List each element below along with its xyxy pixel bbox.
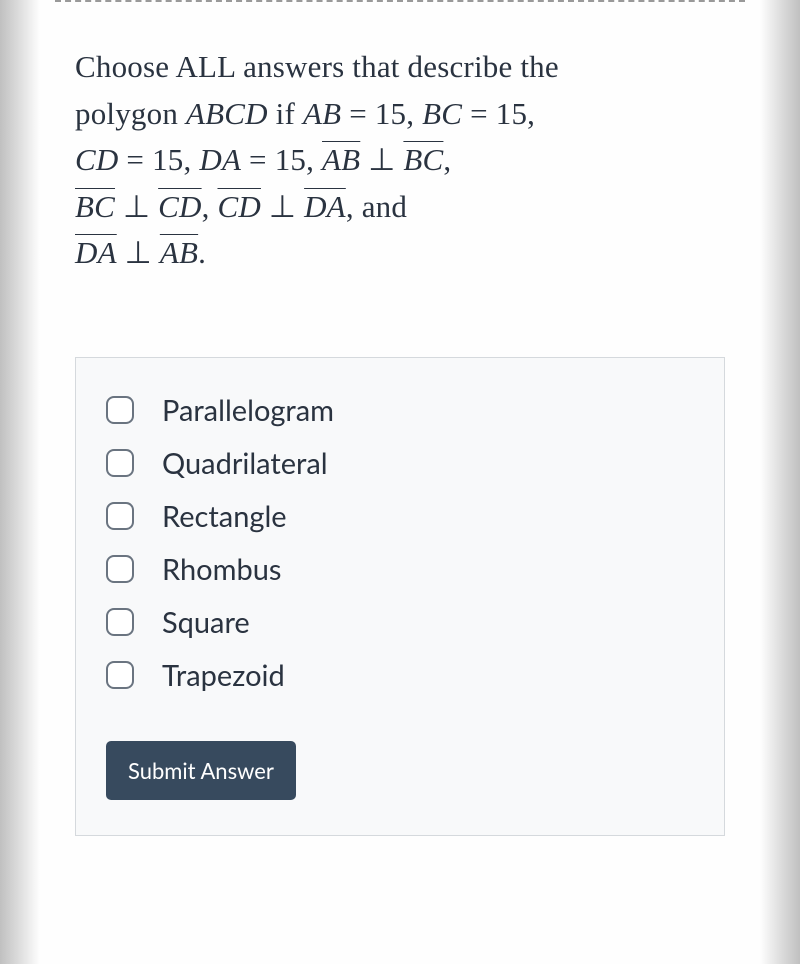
bar-bc-2: BC bbox=[75, 189, 115, 224]
option-label-rectangle: Rectangle bbox=[162, 499, 287, 534]
option-label-square: Square bbox=[162, 605, 250, 640]
question-prompt: Choose ALL answers that describe the pol… bbox=[75, 44, 725, 277]
if-text: if bbox=[268, 96, 303, 131]
checkbox-rhombus[interactable] bbox=[106, 555, 134, 583]
option-quadrilateral[interactable]: Quadrilateral bbox=[106, 446, 694, 481]
section-divider bbox=[55, 0, 745, 4]
and-text: , and bbox=[346, 189, 407, 224]
checkbox-square[interactable] bbox=[106, 608, 134, 636]
question-polygon-pre: polygon bbox=[75, 96, 186, 131]
checkbox-parallelogram[interactable] bbox=[106, 396, 134, 424]
val-bc: 15 bbox=[496, 96, 527, 131]
seg-bc: BC bbox=[422, 96, 462, 131]
checkbox-rectangle[interactable] bbox=[106, 502, 134, 530]
option-rectangle[interactable]: Rectangle bbox=[106, 499, 694, 534]
polygon-name: ABCD bbox=[186, 96, 268, 131]
seg-da: DA bbox=[199, 142, 241, 177]
bar-cd-2: CD bbox=[158, 189, 201, 224]
option-label-trapezoid: Trapezoid bbox=[162, 658, 285, 693]
bar-cd-3: CD bbox=[218, 189, 261, 224]
seg-ab: AB bbox=[303, 96, 341, 131]
checkbox-quadrilateral[interactable] bbox=[106, 449, 134, 477]
option-label-quadrilateral: Quadrilateral bbox=[162, 446, 328, 481]
question-text-block: Choose ALL answers that describe the pol… bbox=[25, 44, 775, 277]
option-trapezoid[interactable]: Trapezoid bbox=[106, 658, 694, 693]
bar-ab-1: AB bbox=[322, 142, 360, 177]
option-label-parallelogram: Parallelogram bbox=[162, 393, 334, 428]
option-label-rhombus: Rhombus bbox=[162, 552, 281, 587]
bar-ab-4: AB bbox=[160, 235, 198, 270]
checkbox-trapezoid[interactable] bbox=[106, 661, 134, 689]
option-parallelogram[interactable]: Parallelogram bbox=[106, 393, 694, 428]
val-ab: 15 bbox=[375, 96, 406, 131]
answer-options-box: Parallelogram Quadrilateral Rectangle Rh… bbox=[75, 357, 725, 836]
question-intro: Choose ALL answers that describe the bbox=[75, 49, 559, 84]
bar-da-4: DA bbox=[75, 235, 117, 270]
option-rhombus[interactable]: Rhombus bbox=[106, 552, 694, 587]
bar-bc-1: BC bbox=[403, 142, 443, 177]
option-square[interactable]: Square bbox=[106, 605, 694, 640]
val-cd: 15 bbox=[152, 142, 183, 177]
submit-answer-button[interactable]: Submit Answer bbox=[106, 741, 296, 800]
bar-da-3: DA bbox=[304, 189, 346, 224]
val-da: 15 bbox=[275, 142, 306, 177]
seg-cd: CD bbox=[75, 142, 118, 177]
